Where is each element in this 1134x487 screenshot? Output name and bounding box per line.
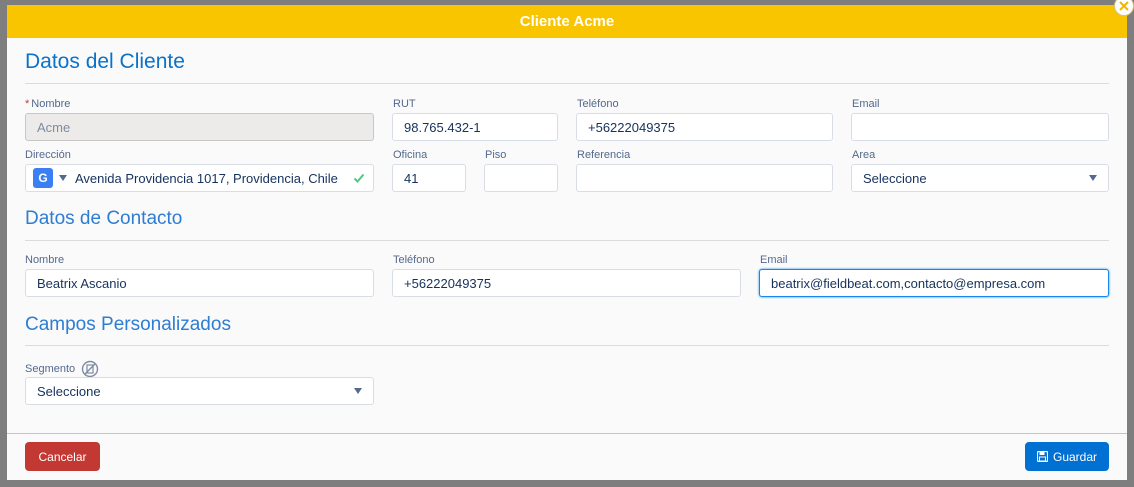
client-name-label: * Nombre — [25, 98, 71, 110]
contact-section-divider — [25, 240, 1109, 241]
chevron-down-icon — [1089, 175, 1097, 181]
client-email-field[interactable] — [851, 113, 1109, 141]
client-phone-label: Teléfono — [577, 98, 619, 110]
reference-field[interactable] — [576, 164, 833, 192]
modal-title: Cliente Acme — [519, 13, 615, 30]
rut-field[interactable]: 98.765.432-1 — [392, 113, 558, 141]
client-modal: Cliente Acme Datos del Cliente * Nombre A… — [7, 5, 1127, 480]
save-button-label: Guardar — [1052, 449, 1098, 464]
reference-label: Referencia — [577, 149, 631, 161]
client-email-label: Email — [852, 98, 880, 110]
segment-label-row: Segmento — [25, 360, 99, 378]
area-select[interactable]: Seleccione — [851, 164, 1109, 192]
contact-section-title: Datos de Contacto — [25, 208, 183, 229]
cancel-button[interactable]: Cancelar — [25, 442, 100, 471]
contact-name-field[interactable]: Beatrix Ascanio — [25, 269, 374, 297]
client-section-title: Datos del Cliente — [25, 50, 185, 73]
segment-select-value: Seleccione — [37, 383, 101, 399]
contact-phone-field[interactable]: +56222049375 — [392, 269, 741, 297]
modal-footer: Cancelar Guardar — [7, 434, 1127, 480]
address-field[interactable]: G Avenida Providencia 1017, Providencia,… — [25, 164, 374, 192]
check-icon — [353, 173, 365, 183]
segment-select[interactable]: Seleccione — [25, 377, 374, 405]
required-marker: * — [25, 98, 30, 110]
client-phone-field[interactable]: +56222049375 — [576, 113, 833, 141]
floppy-disk-icon — [1036, 451, 1048, 462]
floor-field[interactable] — [484, 164, 558, 192]
area-label: Area — [852, 149, 876, 161]
contact-phone-label: Teléfono — [393, 254, 435, 266]
modal-header: Cliente Acme — [7, 5, 1127, 38]
custom-section-title: Campos Personalizados — [25, 314, 231, 335]
close-icon — [1119, 1, 1129, 11]
floor-label: Piso — [485, 149, 507, 161]
segment-label: Segmento — [25, 363, 76, 375]
google-icon[interactable]: G — [33, 168, 53, 188]
client-name-field: Acme — [25, 113, 374, 141]
close-button[interactable] — [1114, 0, 1134, 16]
client-section-divider — [25, 83, 1109, 84]
office-field[interactable]: 41 — [392, 164, 466, 192]
rut-label: RUT — [393, 98, 416, 110]
chevron-down-icon — [354, 388, 362, 394]
area-select-value: Seleccione — [863, 170, 927, 186]
contact-name-label: Nombre — [25, 254, 65, 266]
address-provider-dropdown-icon[interactable] — [59, 175, 67, 181]
contact-email-label: Email — [760, 254, 788, 266]
contact-email-field[interactable]: beatrix@fieldbeat.com,contacto@empresa.c… — [759, 269, 1109, 297]
save-button[interactable]: Guardar — [1025, 442, 1109, 471]
office-label: Oficina — [393, 149, 428, 161]
address-value: Avenida Providencia 1017, Providencia, C… — [75, 170, 338, 186]
custom-section-divider — [25, 345, 1109, 346]
pencil-slash-icon[interactable] — [81, 360, 99, 378]
address-label: Dirección — [25, 149, 71, 161]
